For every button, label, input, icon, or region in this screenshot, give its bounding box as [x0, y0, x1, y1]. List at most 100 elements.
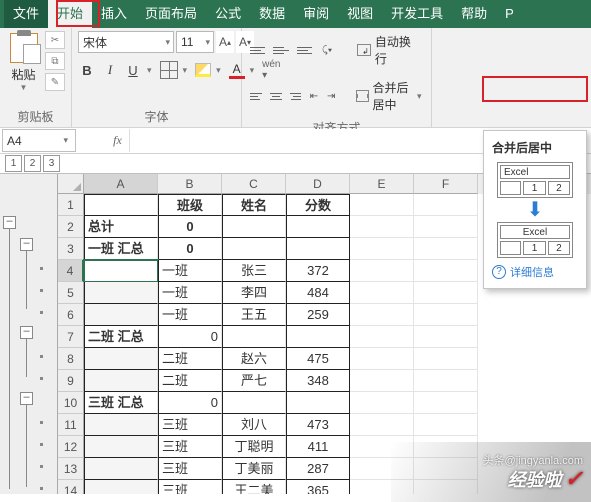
cell[interactable] [414, 392, 478, 414]
active-cell[interactable] [84, 260, 158, 282]
cell[interactable] [350, 238, 414, 260]
menu-formulas[interactable]: 公式 [206, 0, 250, 28]
cell[interactable] [414, 326, 478, 348]
select-all-corner[interactable] [58, 174, 84, 194]
decrease-indent-button[interactable]: ⇤ [307, 87, 320, 105]
menu-dev-tools[interactable]: 开发工具 [382, 0, 452, 28]
cell[interactable]: 张三 [222, 260, 286, 282]
cell[interactable] [84, 370, 158, 392]
row-header[interactable]: 14 [58, 480, 84, 494]
row-header[interactable]: 13 [58, 458, 84, 480]
cell[interactable]: 372 [286, 260, 350, 282]
align-top-button[interactable] [248, 41, 267, 59]
cell[interactable]: 二班 [158, 370, 222, 392]
row-header[interactable]: 12 [58, 436, 84, 458]
cell[interactable] [84, 304, 158, 326]
col-header-F[interactable]: F [414, 174, 478, 194]
chevron-down-icon[interactable]: ▾ [183, 65, 191, 76]
cell[interactable] [84, 480, 158, 494]
cell[interactable] [350, 304, 414, 326]
cut-button[interactable]: ✂ [45, 31, 65, 49]
cell[interactable] [350, 392, 414, 414]
menu-insert[interactable]: 插入 [92, 0, 136, 28]
outline-level-1[interactable]: 1 [5, 155, 22, 172]
row-header[interactable]: 8 [58, 348, 84, 370]
row-header[interactable]: 9 [58, 370, 84, 392]
cell[interactable] [286, 216, 350, 238]
increase-font-button[interactable]: A▴ [216, 31, 234, 53]
underline-button[interactable]: U [124, 60, 142, 80]
cell[interactable] [286, 392, 350, 414]
cell[interactable]: 484 [286, 282, 350, 304]
cell[interactable] [222, 216, 286, 238]
cell[interactable]: 一班 [158, 304, 222, 326]
row-header[interactable]: 4 [58, 260, 84, 282]
cell[interactable] [414, 414, 478, 436]
cell[interactable]: 348 [286, 370, 350, 392]
fx-button[interactable]: fx [106, 129, 130, 152]
cell[interactable]: 姓名 [222, 194, 286, 216]
cell[interactable] [84, 436, 158, 458]
cell[interactable] [286, 238, 350, 260]
cell[interactable]: 0 [158, 216, 222, 238]
cell[interactable] [84, 282, 158, 304]
cell[interactable]: 三班 [158, 480, 222, 494]
outline-collapse-button[interactable]: – [20, 326, 33, 339]
col-header-C[interactable]: C [222, 174, 286, 194]
align-center-button[interactable] [268, 87, 284, 105]
cell[interactable]: 班级 [158, 194, 222, 216]
font-name-select[interactable]: 宋体 ▾ [78, 31, 174, 53]
cell[interactable] [414, 216, 478, 238]
row-header[interactable]: 10 [58, 392, 84, 414]
cell[interactable]: 王二美 [222, 480, 286, 494]
cell[interactable] [350, 370, 414, 392]
cell[interactable]: 三班 [158, 414, 222, 436]
outline-collapse-button[interactable]: – [20, 392, 33, 405]
col-header-B[interactable]: B [158, 174, 222, 194]
cell[interactable] [222, 238, 286, 260]
copy-button[interactable]: ⧉ [45, 52, 65, 70]
format-painter-button[interactable]: ✎ [45, 73, 65, 91]
cell[interactable]: 287 [286, 458, 350, 480]
cell[interactable] [414, 282, 478, 304]
cell[interactable] [414, 260, 478, 282]
row-header[interactable]: 2 [58, 216, 84, 238]
cell[interactable] [222, 392, 286, 414]
menu-help[interactable]: 帮助 [452, 0, 496, 28]
tooltip-more-link[interactable]: ? 详细信息 [492, 264, 578, 280]
menu-data[interactable]: 数据 [250, 0, 294, 28]
bold-button[interactable]: B [78, 60, 96, 80]
cell[interactable]: 259 [286, 304, 350, 326]
row-header[interactable]: 11 [58, 414, 84, 436]
menu-page-layout[interactable]: 页面布局 [136, 0, 206, 28]
row-header[interactable]: 3 [58, 238, 84, 260]
align-middle-button[interactable] [271, 41, 290, 59]
cell[interactable] [222, 326, 286, 348]
cell[interactable] [414, 238, 478, 260]
cell[interactable]: 0 [158, 326, 222, 348]
align-bottom-button[interactable] [295, 41, 314, 59]
cell[interactable] [84, 458, 158, 480]
col-header-A[interactable]: A [84, 174, 158, 194]
cell[interactable] [84, 414, 158, 436]
cell[interactable]: 李四 [222, 282, 286, 304]
cell[interactable] [350, 260, 414, 282]
cell[interactable] [350, 282, 414, 304]
cell[interactable]: 王五 [222, 304, 286, 326]
cell[interactable]: 分数 [286, 194, 350, 216]
cell[interactable]: 丁美丽 [222, 458, 286, 480]
cell[interactable]: 严七 [222, 370, 286, 392]
chevron-down-icon[interactable]: ▾ [147, 65, 155, 76]
row-header[interactable]: 7 [58, 326, 84, 348]
menu-review[interactable]: 审阅 [294, 0, 338, 28]
cell[interactable]: 二班 汇总 [84, 326, 158, 348]
cell[interactable]: 0 [158, 392, 222, 414]
outline-level-2[interactable]: 2 [24, 155, 41, 172]
col-header-E[interactable]: E [350, 174, 414, 194]
increase-indent-button[interactable]: ⇥ [325, 87, 338, 105]
cell[interactable]: 总计 [84, 216, 158, 238]
cell[interactable] [414, 194, 478, 216]
italic-button[interactable]: I [101, 60, 119, 80]
cell[interactable] [350, 216, 414, 238]
cell[interactable]: 三班 [158, 436, 222, 458]
